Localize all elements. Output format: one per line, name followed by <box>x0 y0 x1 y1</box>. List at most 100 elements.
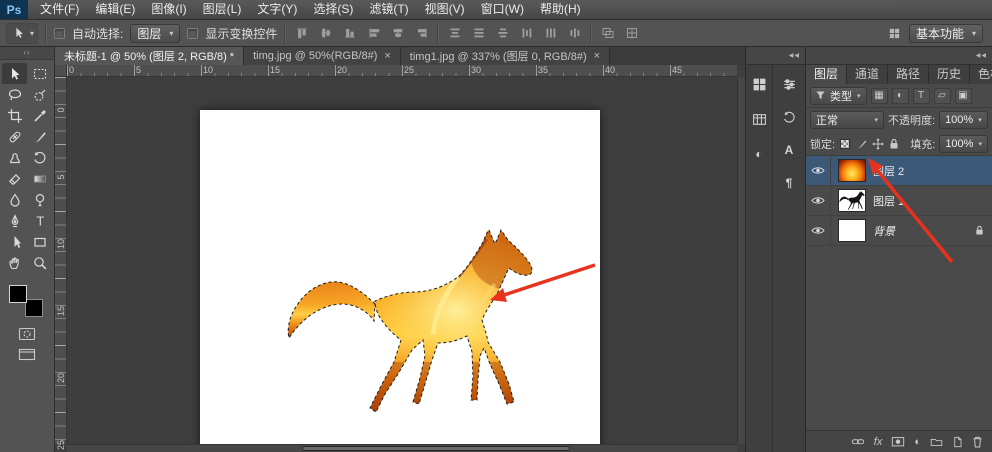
auto-select-checkbox[interactable] <box>54 28 65 39</box>
layer-visibility-toggle[interactable] <box>806 156 831 185</box>
lock-position-icon[interactable] <box>872 136 884 151</box>
layer-thumbnail-horse[interactable] <box>838 189 866 212</box>
menu-window[interactable]: 窗口(W) <box>473 0 532 19</box>
eraser-tool[interactable] <box>2 168 27 189</box>
vertical-scrollbar[interactable] <box>737 77 745 444</box>
shape-layer-filter-icon[interactable]: ▱ <box>934 88 951 104</box>
panel-color-icon[interactable] <box>750 75 768 93</box>
rectangle-shape-tool[interactable] <box>27 231 52 252</box>
layer-name[interactable]: 背景 <box>873 223 975 239</box>
quick-selection-tool[interactable] <box>27 84 52 105</box>
delete-layer-icon[interactable] <box>972 436 983 448</box>
layer-thumbnail-white[interactable] <box>838 219 866 242</box>
lock-image-pixels-icon[interactable] <box>855 136 867 151</box>
screen-mode-button[interactable] <box>18 348 36 361</box>
adjustment-layer-filter-icon[interactable]: ◐ <box>892 88 909 104</box>
rectangular-marquee-tool[interactable] <box>27 63 52 84</box>
document-tab-untitled1[interactable]: 未标题-1 @ 50% (图层 2, RGB/8) * <box>55 47 244 65</box>
new-adjustment-layer-icon[interactable]: ◐ <box>914 436 921 448</box>
dodge-tool[interactable] <box>27 189 52 210</box>
align-right-edges-icon[interactable] <box>413 25 430 42</box>
align-top-edges-icon[interactable] <box>293 25 310 42</box>
lasso-tool[interactable] <box>2 84 27 105</box>
align-bottom-edges-icon[interactable] <box>341 25 358 42</box>
hand-tool[interactable] <box>2 252 27 273</box>
layer-filter-type-dropdown[interactable]: 类型 ▾ <box>810 87 867 105</box>
vertical-ruler[interactable]: 0 5 10 15 20 25 <box>55 77 67 444</box>
pen-tool[interactable] <box>2 210 27 231</box>
ruler-origin-corner[interactable] <box>55 65 67 77</box>
workspace-grid-icon[interactable] <box>886 25 903 42</box>
gradient-tool[interactable] <box>27 168 52 189</box>
menu-filter[interactable]: 滤镜(T) <box>361 0 416 19</box>
panel-adjustments-icon[interactable]: ◐ <box>750 145 768 163</box>
foreground-color-swatch[interactable] <box>9 285 27 303</box>
tab-history[interactable]: 历史 <box>929 65 970 84</box>
horizontal-type-tool[interactable]: T <box>27 210 52 231</box>
menu-edit[interactable]: 编辑(E) <box>87 0 143 19</box>
distribute-bottom-edges-icon[interactable] <box>494 25 511 42</box>
dock-collapse-bar[interactable]: ◀◀ <box>746 47 805 65</box>
menu-help[interactable]: 帮助(H) <box>532 0 589 19</box>
fill-dropdown[interactable]: 100% ▾ <box>939 135 988 153</box>
lock-transparent-pixels-icon[interactable] <box>839 136 851 151</box>
align-horizontal-centers-icon[interactable] <box>389 25 406 42</box>
new-group-icon[interactable] <box>930 436 943 447</box>
layer-row-layer1[interactable]: 图层 1 <box>806 186 992 216</box>
tools-panel-collapse-bar[interactable]: ‹‹ <box>0 47 54 60</box>
eyedropper-tool[interactable] <box>27 105 52 126</box>
history-brush-tool[interactable] <box>27 147 52 168</box>
layer-thumbnail-fire[interactable] <box>838 159 866 182</box>
pixel-layer-filter-icon[interactable]: ▦ <box>871 88 888 104</box>
layer-name[interactable]: 图层 2 <box>873 163 992 179</box>
layer-name[interactable]: 图层 1 <box>873 193 992 209</box>
menu-view[interactable]: 视图(V) <box>417 0 473 19</box>
crop-tool[interactable] <box>2 105 27 126</box>
panel-history-icon[interactable] <box>780 108 798 126</box>
blend-mode-dropdown[interactable]: 正常 ▾ <box>810 111 884 129</box>
move-tool[interactable] <box>2 63 27 84</box>
opacity-dropdown[interactable]: 100% ▾ <box>939 111 988 129</box>
tab-paths[interactable]: 路径 <box>888 65 929 84</box>
background-color-swatch[interactable] <box>25 299 43 317</box>
layer-style-fx-icon[interactable]: fx <box>874 436 883 448</box>
auto-align-layers-icon[interactable] <box>599 25 616 42</box>
smart-object-filter-icon[interactable]: ▣ <box>955 88 972 104</box>
layer-row-background[interactable]: 背景 <box>806 216 992 246</box>
menu-file[interactable]: 文件(F) <box>32 0 87 19</box>
path-selection-tool[interactable] <box>2 231 27 252</box>
type-layer-filter-icon[interactable]: T <box>913 88 930 104</box>
tab-close-icon[interactable]: × <box>384 50 390 62</box>
zoom-tool[interactable] <box>27 252 52 273</box>
quick-mask-button[interactable] <box>18 327 36 341</box>
canvas[interactable] <box>200 110 600 452</box>
distribute-vertical-centers-icon[interactable] <box>470 25 487 42</box>
menu-select[interactable]: 选择(S) <box>305 0 361 19</box>
align-left-edges-icon[interactable] <box>365 25 382 42</box>
layer-row-layer2[interactable]: 图层 2 <box>806 156 992 186</box>
layer-visibility-toggle[interactable] <box>806 216 831 245</box>
link-layers-icon[interactable] <box>851 436 865 447</box>
document-tab-timg[interactable]: timg.jpg @ 50%(RGB/8#) × <box>244 47 401 65</box>
new-layer-icon[interactable] <box>952 436 963 448</box>
menu-type[interactable]: 文字(Y) <box>249 0 305 19</box>
panel-swatches-icon[interactable] <box>750 110 768 128</box>
document-tab-timg1[interactable]: timg1.jpg @ 337% (图层 0, RGB/8#) × <box>401 47 610 65</box>
horizontal-scrollbar[interactable] <box>67 444 737 452</box>
distribute-left-edges-icon[interactable] <box>518 25 535 42</box>
add-layer-mask-icon[interactable] <box>891 436 905 447</box>
panel-paragraph-icon[interactable]: ¶ <box>780 174 798 192</box>
menu-image[interactable]: 图像(I) <box>143 0 194 19</box>
brush-tool[interactable] <box>27 126 52 147</box>
tab-channels[interactable]: 通道 <box>847 65 888 84</box>
spot-healing-brush-tool[interactable] <box>2 126 27 147</box>
distribute-right-edges-icon[interactable] <box>566 25 583 42</box>
clone-stamp-tool[interactable] <box>2 147 27 168</box>
horizontal-ruler[interactable]: 0 5 10 15 20 25 30 35 40 45 <box>67 65 737 77</box>
options-extra-icon[interactable] <box>623 25 640 42</box>
panel-properties-icon[interactable] <box>780 75 798 93</box>
align-vertical-centers-icon[interactable] <box>317 25 334 42</box>
panel-character-icon[interactable]: A <box>780 141 798 159</box>
horizontal-scrollbar-thumb[interactable] <box>302 446 570 451</box>
menu-layer[interactable]: 图层(L) <box>195 0 250 19</box>
